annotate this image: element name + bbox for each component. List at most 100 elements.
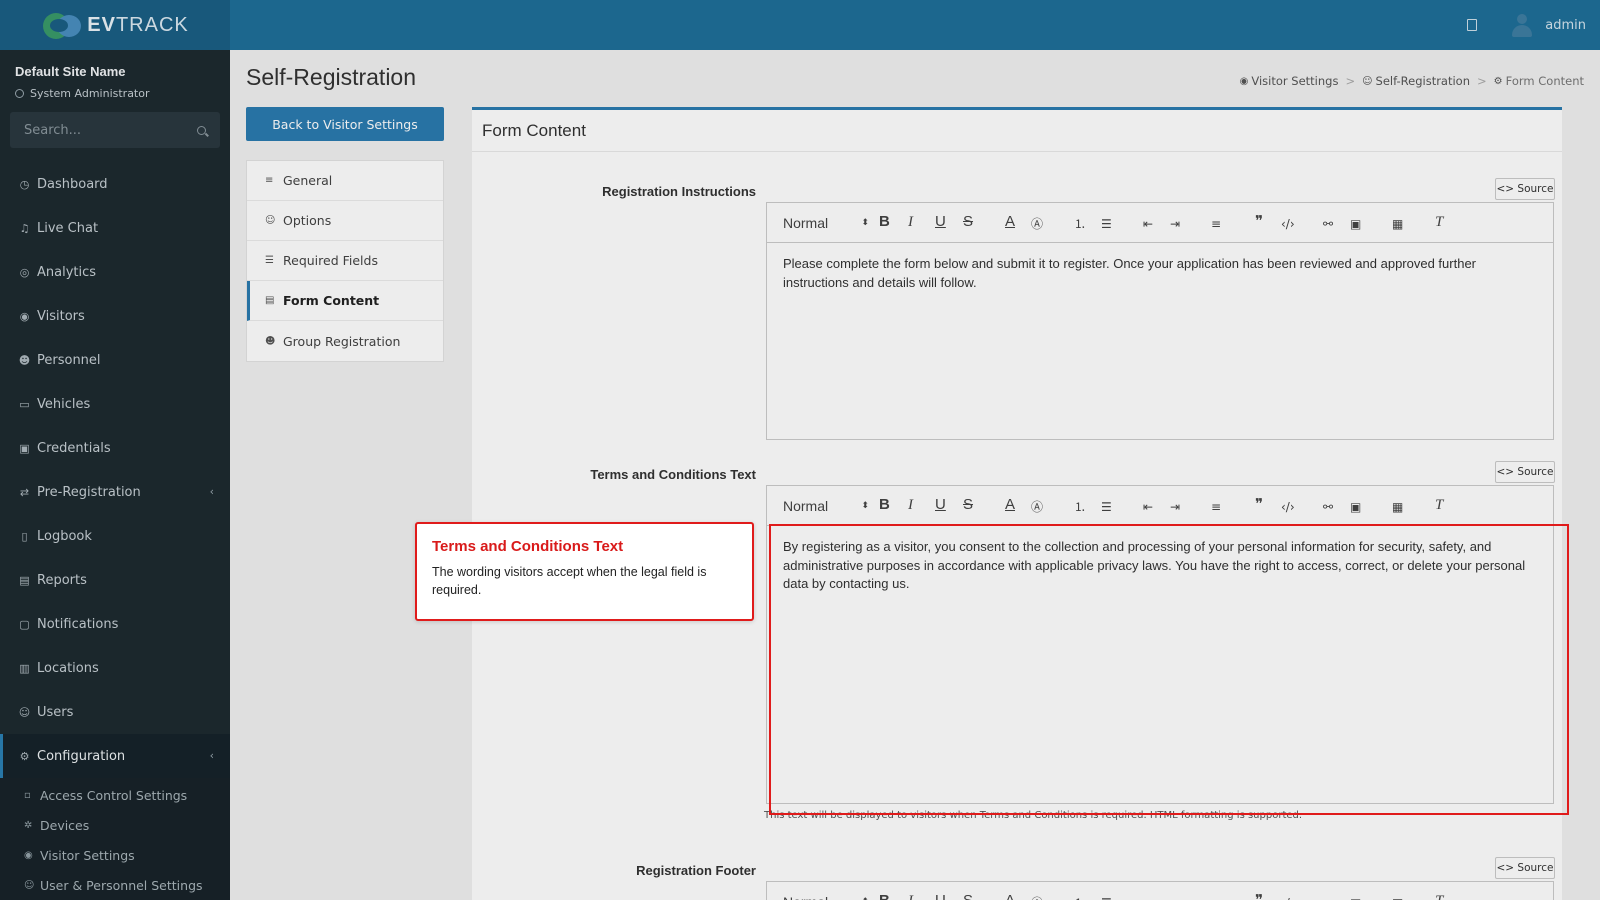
sidebar-item-visitors[interactable]: ◉ Visitors bbox=[0, 294, 230, 338]
sidebar-subitem-user-personnel-settings[interactable]: ☺ User & Personnel Settings bbox=[0, 870, 230, 900]
indent-button[interactable]: ⇥ bbox=[1170, 895, 1180, 900]
sidebar-item-users[interactable]: ☺ Users bbox=[0, 690, 230, 734]
bold-button[interactable]: B bbox=[879, 214, 890, 230]
outdent-button[interactable]: ⇤ bbox=[1143, 895, 1153, 900]
sidebar-item-live-chat[interactable]: ♫ Live Chat bbox=[0, 206, 230, 250]
brand-logo[interactable]: EVTRACK bbox=[0, 0, 230, 50]
search-input[interactable]: Search... bbox=[24, 123, 81, 138]
ordered-list-button[interactable]: ⒈ bbox=[1074, 895, 1086, 900]
strikethrough-button[interactable]: S bbox=[963, 497, 973, 513]
align-button[interactable]: ≡ bbox=[1211, 216, 1221, 232]
strikethrough-button[interactable]: S bbox=[963, 893, 973, 900]
code-button[interactable]: ‹/› bbox=[1281, 216, 1295, 232]
sidebar-item-dashboard[interactable]: ◷ Dashboard bbox=[0, 162, 230, 206]
logo-text: EVTRACK bbox=[87, 13, 189, 36]
bold-button[interactable]: B bbox=[879, 497, 890, 513]
sidebar-item-logbook[interactable]: ▯ Logbook bbox=[0, 514, 230, 558]
outdent-button[interactable]: ⇤ bbox=[1143, 499, 1153, 515]
registration-instructions-text[interactable]: Please complete the form below and submi… bbox=[767, 243, 1553, 304]
format-select[interactable]: Normal ⬍ bbox=[783, 215, 869, 231]
sidebar-item-configuration[interactable]: ⚙ Configuration ‹ bbox=[0, 734, 230, 778]
underline-button[interactable]: U bbox=[935, 497, 946, 513]
indent-button[interactable]: ⇥ bbox=[1170, 499, 1180, 515]
background-color-button[interactable]: Ⓐ bbox=[1031, 499, 1043, 515]
sidebar-item-vehicles[interactable]: ▭ Vehicles bbox=[0, 382, 230, 426]
underline-button[interactable]: U bbox=[935, 214, 946, 230]
editor-toolbar: Normal ⬍ B I U S A Ⓐ ⒈ ☰ ⇤ ⇥ ≡ ❞ ‹/› ⚯ ▣ ▦ T bbox=[767, 486, 1553, 526]
strikethrough-button[interactable]: S bbox=[963, 214, 973, 230]
bullet-list-button[interactable]: ☰ bbox=[1101, 895, 1112, 900]
indent-button[interactable]: ⇥ bbox=[1170, 216, 1180, 232]
source-button-terms[interactable]: <> Source bbox=[1495, 461, 1555, 483]
align-button[interactable]: ≡ bbox=[1211, 499, 1221, 515]
sidebar-item-reports[interactable]: ▤ Reports bbox=[0, 558, 230, 602]
ordered-list-button[interactable]: ⒈ bbox=[1074, 216, 1086, 232]
image-button[interactable]: ▣ bbox=[1350, 499, 1361, 515]
breadcrumb-self-registration[interactable]: Self-Registration bbox=[1376, 74, 1471, 88]
sidebar-item-notifications[interactable]: ▢ Notifications bbox=[0, 602, 230, 646]
sidebar-subitem-visitor-settings[interactable]: ◉ Visitor Settings bbox=[0, 840, 230, 870]
tab-required-fields[interactable]: ☰ Required Fields bbox=[247, 241, 443, 281]
code-button[interactable]: ‹/› bbox=[1281, 499, 1295, 515]
background-color-button[interactable]: Ⓐ bbox=[1031, 216, 1043, 232]
clear-format-button[interactable]: T bbox=[1435, 893, 1443, 900]
link-button[interactable]: ⚯ bbox=[1323, 499, 1333, 515]
bullet-list-button[interactable]: ☰ bbox=[1101, 499, 1112, 515]
back-to-visitor-settings-button[interactable]: Back to Visitor Settings bbox=[246, 107, 444, 141]
ordered-list-button[interactable]: ⒈ bbox=[1074, 499, 1086, 515]
blockquote-button[interactable]: ❞ bbox=[1255, 214, 1263, 230]
format-select[interactable]: Normal ⬍ bbox=[783, 894, 869, 900]
sidebar-item-label: Users bbox=[37, 704, 74, 720]
table-button[interactable]: ▦ bbox=[1392, 216, 1403, 232]
bullet-list-button[interactable]: ☰ bbox=[1101, 216, 1112, 232]
sidebar-item-credentials[interactable]: ▣ Credentials bbox=[0, 426, 230, 470]
align-button[interactable]: ≡ bbox=[1211, 895, 1221, 900]
sidebar-item-locations[interactable]: ▥ Locations bbox=[0, 646, 230, 690]
breadcrumb-visitor-settings[interactable]: Visitor Settings bbox=[1251, 74, 1338, 88]
italic-button[interactable]: I bbox=[908, 214, 913, 230]
clear-format-button[interactable]: T bbox=[1435, 497, 1443, 513]
sidebar-item-analytics[interactable]: ◎ Analytics bbox=[0, 250, 230, 294]
eye-icon: ◉ bbox=[24, 849, 33, 861]
tab-options[interactable]: ☺ Options bbox=[247, 201, 443, 241]
font-color-button[interactable]: A bbox=[1005, 893, 1015, 900]
sidebar-item-label: Reports bbox=[37, 572, 87, 588]
format-select[interactable]: Normal ⬍ bbox=[783, 498, 869, 514]
user-avatar-icon[interactable] bbox=[1511, 13, 1533, 37]
blockquote-button[interactable]: ❞ bbox=[1255, 497, 1263, 513]
background-color-button[interactable]: Ⓐ bbox=[1031, 895, 1043, 900]
table-button[interactable]: ▦ bbox=[1392, 499, 1403, 515]
image-button[interactable]: ▣ bbox=[1350, 895, 1361, 900]
underline-button[interactable]: U bbox=[935, 893, 946, 900]
font-color-button[interactable]: A bbox=[1005, 497, 1015, 513]
sidebar-item-label: Visitors bbox=[37, 308, 85, 324]
bold-button[interactable]: B bbox=[879, 893, 890, 900]
blockquote-button[interactable]: ❞ bbox=[1255, 893, 1263, 900]
italic-button[interactable]: I bbox=[908, 497, 913, 513]
sidebar-subitem-access-control-settings[interactable]: ▫ Access Control Settings bbox=[0, 780, 230, 810]
outdent-button[interactable]: ⇤ bbox=[1143, 216, 1153, 232]
tab-label: Form Content bbox=[283, 293, 380, 308]
table-button[interactable]: ▦ bbox=[1392, 895, 1403, 900]
clear-format-button[interactable]: T bbox=[1435, 214, 1443, 230]
sidebar-item-personnel[interactable]: ☻ Personnel bbox=[0, 338, 230, 382]
sidebar-item-label: Analytics bbox=[37, 264, 97, 280]
book-icon[interactable] bbox=[1467, 19, 1478, 31]
italic-button[interactable]: I bbox=[908, 893, 913, 900]
code-button[interactable]: ‹/› bbox=[1281, 895, 1295, 900]
sidebar-item-pre-registration[interactable]: ⇄ Pre-Registration ‹ bbox=[0, 470, 230, 514]
image-button[interactable]: ▣ bbox=[1350, 216, 1361, 232]
user-menu[interactable]: admin bbox=[1545, 18, 1586, 33]
font-color-button[interactable]: A bbox=[1005, 214, 1015, 230]
link-button[interactable]: ⚯ bbox=[1323, 216, 1333, 232]
sidebar-search[interactable]: Search... bbox=[10, 112, 220, 148]
link-button[interactable]: ⚯ bbox=[1323, 895, 1333, 900]
sidebar-subitem-devices[interactable]: ✲ Devices bbox=[0, 810, 230, 840]
source-button-footer[interactable]: <> Source bbox=[1495, 857, 1555, 879]
updown-icon: ⬍ bbox=[861, 216, 869, 227]
source-button-instructions[interactable]: <> Source bbox=[1495, 178, 1555, 200]
search-icon[interactable] bbox=[197, 125, 206, 135]
tab-general[interactable]: ≡ General bbox=[247, 161, 443, 201]
tab-group-registration[interactable]: ☻ Group Registration bbox=[247, 321, 443, 361]
tab-form-content[interactable]: ▤ Form Content bbox=[247, 281, 443, 321]
